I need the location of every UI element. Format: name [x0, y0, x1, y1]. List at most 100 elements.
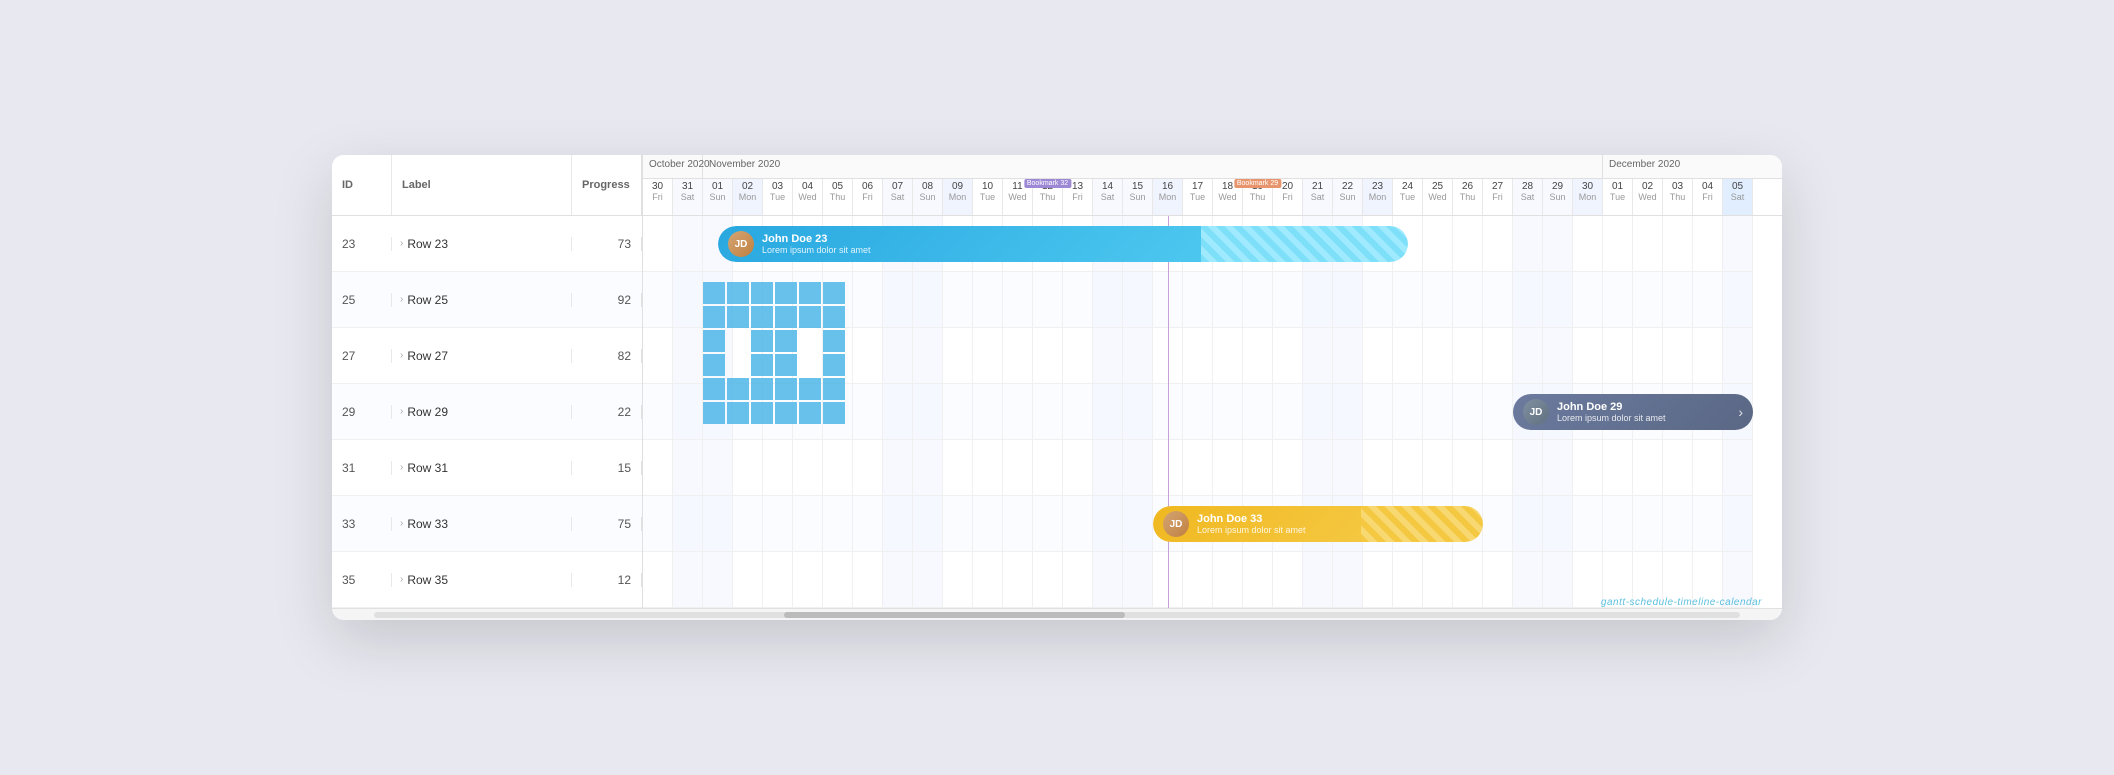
bookmark-32: Bookmark 32	[1024, 179, 1071, 188]
left-panel-header: ID Label Progress	[332, 155, 643, 215]
expand-arrow-29[interactable]: ›	[400, 406, 403, 417]
logo-tile-5-0	[703, 402, 725, 424]
grid-cell-r6-d16	[1123, 552, 1153, 607]
grid-cell-r2-d11	[973, 328, 1003, 383]
table-row-29[interactable]: 29›Row 2922	[332, 384, 642, 440]
grid-cell-r6-d20	[1243, 552, 1273, 607]
event-title-33: John Doe 33	[1197, 513, 1306, 525]
grid-cell-r2-d29	[1513, 328, 1543, 383]
grid-cell-r6-d30	[1543, 552, 1573, 607]
grid-cell-r4-d24	[1363, 440, 1393, 495]
grid-cell-r4-d12	[1003, 440, 1033, 495]
logo-tile-5-5	[823, 402, 845, 424]
grid-cell-r1-d35	[1693, 272, 1723, 327]
grid-cell-r2-d12	[1003, 328, 1033, 383]
grid-cell-r1-d20	[1243, 272, 1273, 327]
grid-cell-r2-d28	[1483, 328, 1513, 383]
grid-cell-r2-d13	[1033, 328, 1063, 383]
expand-arrow-31[interactable]: ›	[400, 462, 403, 473]
grid-cell-r4-d25	[1393, 440, 1423, 495]
grid-cell-r1-d9	[913, 272, 943, 327]
day-header-28: 27Fri	[1483, 179, 1513, 215]
logo-tile-5-2	[751, 402, 773, 424]
grid-cell-r6-d11	[973, 552, 1003, 607]
grid-cell-r0-d29	[1513, 216, 1543, 271]
logo-tile-3-0	[703, 354, 725, 376]
grid-cell-r2-d10	[943, 328, 973, 383]
grid-cell-r4-d1	[673, 440, 703, 495]
table-row-23[interactable]: 23›Row 2373	[332, 216, 642, 272]
expand-arrow-27[interactable]: ›	[400, 350, 403, 361]
grid-cell-r4-d5	[793, 440, 823, 495]
cell-id-27: 27	[332, 349, 392, 363]
event-title-29: John Doe 29	[1557, 401, 1666, 413]
logo-tile-4-5	[823, 378, 845, 400]
timeline-body: ≡JDJohn Doe 23Lorem ipsum dolor sit amet…	[643, 216, 1782, 608]
grid-cell-r6-d17	[1153, 552, 1183, 607]
grid-cell-r4-d28	[1483, 440, 1513, 495]
grid-cell-r4-d13	[1033, 440, 1063, 495]
cell-progress-33: 75	[572, 517, 642, 531]
logo-tile-0-1	[727, 282, 749, 304]
cell-label-27: ›Row 27	[392, 349, 572, 363]
table-row-35[interactable]: 35›Row 3512	[332, 552, 642, 608]
grid-cell-r5-d13	[1033, 496, 1063, 551]
cell-id-25: 25	[332, 293, 392, 307]
cell-label-33: ›Row 33	[392, 517, 572, 531]
grid-cell-r4-d17	[1153, 440, 1183, 495]
month-dec: December 2020	[1603, 155, 1782, 178]
scrollbar-area[interactable]	[332, 608, 1782, 620]
grid-cell-r3-d18	[1183, 384, 1213, 439]
event-subtitle-29: Lorem ipsum dolor sit amet	[1557, 413, 1666, 423]
grid-cell-r4-d3	[733, 440, 763, 495]
event-33[interactable]: JDJohn Doe 33Lorem ipsum dolor sit amet	[1153, 506, 1483, 542]
grid-cell-r4-d18	[1183, 440, 1213, 495]
day-header-10: 09Mon	[943, 179, 973, 215]
grid-cell-r2-d22	[1303, 328, 1333, 383]
scrollbar-thumb[interactable]	[784, 612, 1126, 618]
day-header-3: 02Mon	[733, 179, 763, 215]
expand-arrow-25[interactable]: ›	[400, 294, 403, 305]
grid-cell-r1-d29	[1513, 272, 1543, 327]
grid-cell-r6-d29	[1513, 552, 1543, 607]
table-row-33[interactable]: 33›Row 3375	[332, 496, 642, 552]
day-header-26: 25Wed	[1423, 179, 1453, 215]
event-29[interactable]: JDJohn Doe 29Lorem ipsum dolor sit amet›	[1513, 394, 1753, 430]
logo-tile-2-4	[799, 330, 821, 352]
table-row-25[interactable]: 25›Row 2592	[332, 272, 642, 328]
grid-cell-r1-d8	[883, 272, 913, 327]
grid-cell-r3-d14	[1063, 384, 1093, 439]
grid-cell-r3-d24	[1363, 384, 1393, 439]
grid-cell-r5-d1	[673, 496, 703, 551]
grid-cell-r4-d14	[1063, 440, 1093, 495]
day-header-33: 02Wed	[1633, 179, 1663, 215]
expand-arrow-35[interactable]: ›	[400, 574, 403, 585]
grid-cell-r2-d24	[1363, 328, 1393, 383]
logo-tile-4-4	[799, 378, 821, 400]
logo-tile-2-3	[775, 330, 797, 352]
logo-tile-4-2	[751, 378, 773, 400]
grid-cell-r4-d9	[913, 440, 943, 495]
expand-arrow-33[interactable]: ›	[400, 518, 403, 529]
day-header-11: 10Tue	[973, 179, 1003, 215]
grid-cell-r3-d22	[1303, 384, 1333, 439]
grid-cell-r4-d35	[1693, 440, 1723, 495]
month-oct: October 2020	[643, 155, 703, 178]
grid-cell-r3-d9	[913, 384, 943, 439]
event-23[interactable]: ≡JDJohn Doe 23Lorem ipsum dolor sit amet	[718, 226, 1408, 262]
grid-cell-r6-d4	[763, 552, 793, 607]
expand-arrow-23[interactable]: ›	[400, 238, 403, 249]
event-subtitle-33: Lorem ipsum dolor sit amet	[1197, 525, 1306, 535]
day-header-13: 12ThuBookmark 32	[1033, 179, 1063, 215]
grid-cell-r1-d34	[1663, 272, 1693, 327]
table-row-27[interactable]: 27›Row 2782	[332, 328, 642, 384]
grid-cell-r1-d25	[1393, 272, 1423, 327]
grid-cell-r6-d21	[1273, 552, 1303, 607]
table-row-31[interactable]: 31›Row 3115	[332, 440, 642, 496]
grid-cell-r4-d26	[1423, 440, 1453, 495]
grid-cell-r0-d27	[1453, 216, 1483, 271]
cell-label-23: ›Row 23	[392, 237, 572, 251]
grid-cell-r2-d20	[1243, 328, 1273, 383]
grid-cell-r1-d14	[1063, 272, 1093, 327]
grid-cell-r5-d31	[1573, 496, 1603, 551]
